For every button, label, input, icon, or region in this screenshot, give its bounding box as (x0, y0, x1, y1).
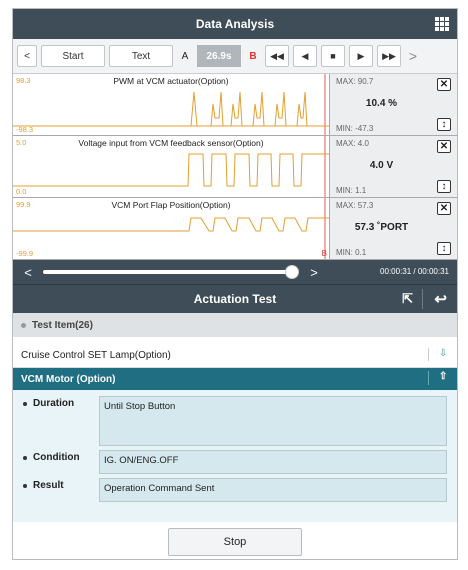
bullet-icon (23, 401, 27, 406)
selected-list-item[interactable]: VCM Motor (Option) ⇧ (13, 368, 457, 390)
time-value: 26.9s (197, 45, 241, 67)
app-frame: Data Analysis < Start Text A 26.9s B ◀◀ … (12, 8, 458, 560)
flap-signal-line (13, 217, 329, 232)
y-min-label: -98.3 (16, 125, 34, 134)
duration-label: Duration (23, 396, 99, 409)
min-value: MIN: -47.3 (336, 124, 374, 133)
y-max-label: 98.3 (16, 76, 31, 85)
fast-forward-icon[interactable]: ▶▶ (377, 45, 401, 67)
max-value: MAX: 4.0 (336, 139, 369, 148)
close-icon[interactable]: ✕ (437, 202, 451, 215)
graph-plot[interactable]: Voltage input from VCM feedback sensor(O… (13, 136, 330, 197)
bullet-icon (23, 483, 27, 488)
chevron-right-icon[interactable]: > (299, 265, 329, 280)
condition-label: Condition (23, 450, 99, 463)
page-title: Data Analysis (195, 17, 275, 31)
result-label: Result (23, 478, 99, 491)
duration-row: Duration Until Stop Button (23, 396, 447, 446)
marker-b-label: B (321, 249, 327, 258)
test-item-header: Test Item(26) (13, 313, 457, 337)
chevron-left-icon[interactable]: < (17, 45, 37, 67)
rewind-icon[interactable]: ◀◀ (265, 45, 289, 67)
data-analysis-header: Data Analysis (13, 9, 457, 39)
current-value: 57.3 ˚PORT (354, 222, 409, 233)
close-icon[interactable]: ✕ (437, 78, 451, 91)
bullet-icon (23, 455, 27, 460)
condition-row: Condition IG. ON/ENG.OFF (23, 450, 447, 474)
condition-label-text: Condition (33, 452, 80, 463)
cursor-icon[interactable]: ⇱ (402, 291, 413, 307)
list-item-label: Cruise Control SET Lamp(Option) (21, 349, 171, 361)
test-item-count: Test Item(26) (32, 319, 93, 331)
step-back-icon[interactable]: ◀ (293, 45, 317, 67)
item-detail-panel: Duration Until Stop Button Condition IG.… (13, 390, 457, 522)
selected-item-label: VCM Motor (Option) (21, 373, 116, 385)
list-item[interactable]: Cruise Control SET Lamp(Option) ⇩ (13, 343, 457, 368)
result-row: Result Operation Command Sent (23, 478, 447, 502)
marker-a-label[interactable]: A (177, 51, 193, 62)
y-max-label: 5.0 (16, 138, 27, 147)
text-button[interactable]: Text (109, 45, 173, 67)
voltage-signal-line (13, 153, 329, 187)
graph-title: Voltage input from VCM feedback sensor(O… (78, 138, 264, 148)
stop-area: Stop (13, 522, 457, 559)
grid-menu-icon[interactable] (435, 17, 449, 31)
timeline-track[interactable] (43, 265, 299, 279)
min-value: MIN: 1.1 (336, 186, 367, 195)
collapse-up-icon[interactable]: ⇧ (428, 371, 451, 385)
start-button[interactable]: Start (41, 45, 105, 67)
duration-label-text: Duration (33, 398, 75, 409)
duration-value: Until Stop Button (99, 396, 447, 446)
y-min-label: 0.0 (16, 187, 27, 196)
graph-plot[interactable]: VCM Port Flap Position(Option) 99.9 -99.… (13, 198, 330, 259)
graph-title: PWM at VCM actuator(Option) (113, 76, 229, 86)
current-value: 4.0 V (369, 160, 394, 171)
chevron-left-icon[interactable]: < (13, 265, 43, 280)
min-value: MIN: 0.1 (336, 248, 367, 257)
expand-icon[interactable]: ↕ (437, 180, 451, 193)
condition-value: IG. ON/ENG.OFF (99, 450, 447, 474)
max-value: MAX: 90.7 (336, 77, 374, 86)
graph-row: VCM Port Flap Position(Option) 99.9 -99.… (13, 198, 457, 259)
graph-plot[interactable]: PWM at VCM actuator(Option) 98.3 -98.3 (13, 74, 330, 135)
timeline-time: 00:00:31 / 00:00:31 (380, 267, 449, 276)
y-max-label: 99.9 (16, 200, 31, 209)
y-min-label: -99.9 (16, 249, 34, 258)
playback-toolbar: < Start Text A 26.9s B ◀◀ ◀ ■ ▶ ▶▶ > (13, 39, 457, 74)
actuation-header: Actuation Test ⇱ ↩ (13, 284, 457, 313)
pwm-signal-line (13, 91, 329, 127)
result-value: Operation Command Sent (99, 478, 447, 502)
expand-icon[interactable]: ↕ (437, 242, 451, 255)
graph-row: PWM at VCM actuator(Option) 98.3 -98.3 M… (13, 74, 457, 136)
divider (422, 289, 423, 309)
graph-row: Voltage input from VCM feedback sensor(O… (13, 136, 457, 198)
play-icon[interactable]: ▶ (349, 45, 373, 67)
timeline-knob[interactable] (285, 265, 299, 279)
max-value: MAX: 57.3 (336, 201, 374, 210)
bullet-icon (21, 322, 26, 328)
timeline-scrubber: < > 00:00:31 / 00:00:31 (13, 260, 457, 284)
return-icon[interactable]: ↩ (434, 290, 447, 308)
graph-stats: MAX: 57.3 57.3 ˚PORT MIN: 0.1 ✕ ↕ (330, 198, 457, 259)
close-icon[interactable]: ✕ (437, 140, 451, 153)
marker-b-label[interactable]: B (245, 51, 261, 62)
graph-title: VCM Port Flap Position(Option) (111, 200, 231, 210)
graph-panel: PWM at VCM actuator(Option) 98.3 -98.3 M… (13, 74, 457, 260)
stop-icon[interactable]: ■ (321, 45, 345, 67)
chevron-right-icon[interactable]: > (405, 48, 421, 64)
expand-down-icon[interactable]: ⇩ (428, 348, 451, 361)
current-value: 10.4 % (365, 98, 398, 109)
graph-stats: MAX: 90.7 10.4 % MIN: -47.3 ✕ ↕ (330, 74, 457, 135)
result-label-text: Result (33, 480, 64, 491)
expand-icon[interactable]: ↕ (437, 118, 451, 131)
graph-stats: MAX: 4.0 4.0 V MIN: 1.1 ✕ ↕ (330, 136, 457, 197)
stop-button[interactable]: Stop (168, 528, 302, 556)
actuation-title: Actuation Test (193, 292, 277, 306)
